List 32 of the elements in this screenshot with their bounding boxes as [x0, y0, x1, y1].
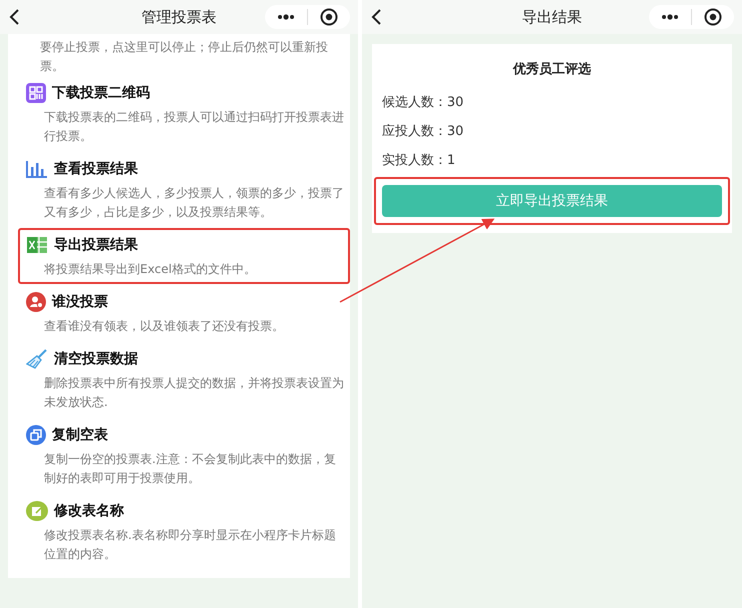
stat-text: 应投人数：30: [382, 123, 465, 141]
menu-item-title[interactable]: 导出投票结果: [54, 236, 138, 254]
description-text: 下载投票表的二维码，投票人可以通过扫码打开投票表进行投票。: [44, 109, 344, 145]
target-icon: [320, 8, 338, 26]
stat-text: 实投人数：1: [382, 152, 456, 170]
more-icon: [277, 14, 295, 20]
target-icon: [704, 8, 722, 26]
description-text: 查看有多少人候选人，多少投票人，领票的多少，投票了又有多少，占比是多少，以及投票结果等。: [44, 185, 344, 221]
bar-chart-icon: [26, 160, 48, 178]
menu-item-title[interactable]: 查看投票结果: [54, 160, 138, 178]
spreadsheet-icon: [26, 236, 48, 254]
description-text: 复制一份空的投票表.注意：不会复制此表中的数据，复制好的表即可用于投票使用。: [44, 451, 337, 487]
menu-item-title[interactable]: 下载投票二维码: [52, 84, 150, 102]
copy-icon: [26, 425, 46, 445]
stat-text: 候选人数：30: [382, 94, 465, 112]
broom-icon: [26, 349, 48, 369]
menu-item-title[interactable]: 修改表名称: [54, 502, 124, 520]
menu-item-title[interactable]: 复制空表: [52, 426, 108, 444]
page-title: 导出结果: [522, 8, 582, 26]
more-icon: [661, 14, 679, 20]
edit-icon: [26, 501, 48, 521]
description-text: 要停止投票，点这里可以停止；停止后仍然可以重新投票。: [40, 39, 329, 75]
description-text: 修改投票表名称.表名称即分享时显示在小程序卡片标题位置的内容。: [44, 527, 337, 563]
menu-item-title[interactable]: 清空投票数据: [54, 350, 138, 368]
page-title: 管理投票表: [142, 8, 216, 26]
person-icon: [26, 292, 46, 312]
qr-code-icon: [26, 83, 46, 103]
description-text: 删除投票表中所有投票人提交的数据，并将投票表设置为未发放状态.: [44, 375, 344, 411]
description-text: 查看谁没有领表，以及谁领表了还没有投票。: [44, 318, 285, 335]
card-title: 优秀员工评选: [512, 60, 592, 78]
menu-item-title[interactable]: 谁没投票: [52, 293, 108, 311]
description-text: 将投票结果导出到Excel格式的文件中。: [44, 261, 257, 278]
